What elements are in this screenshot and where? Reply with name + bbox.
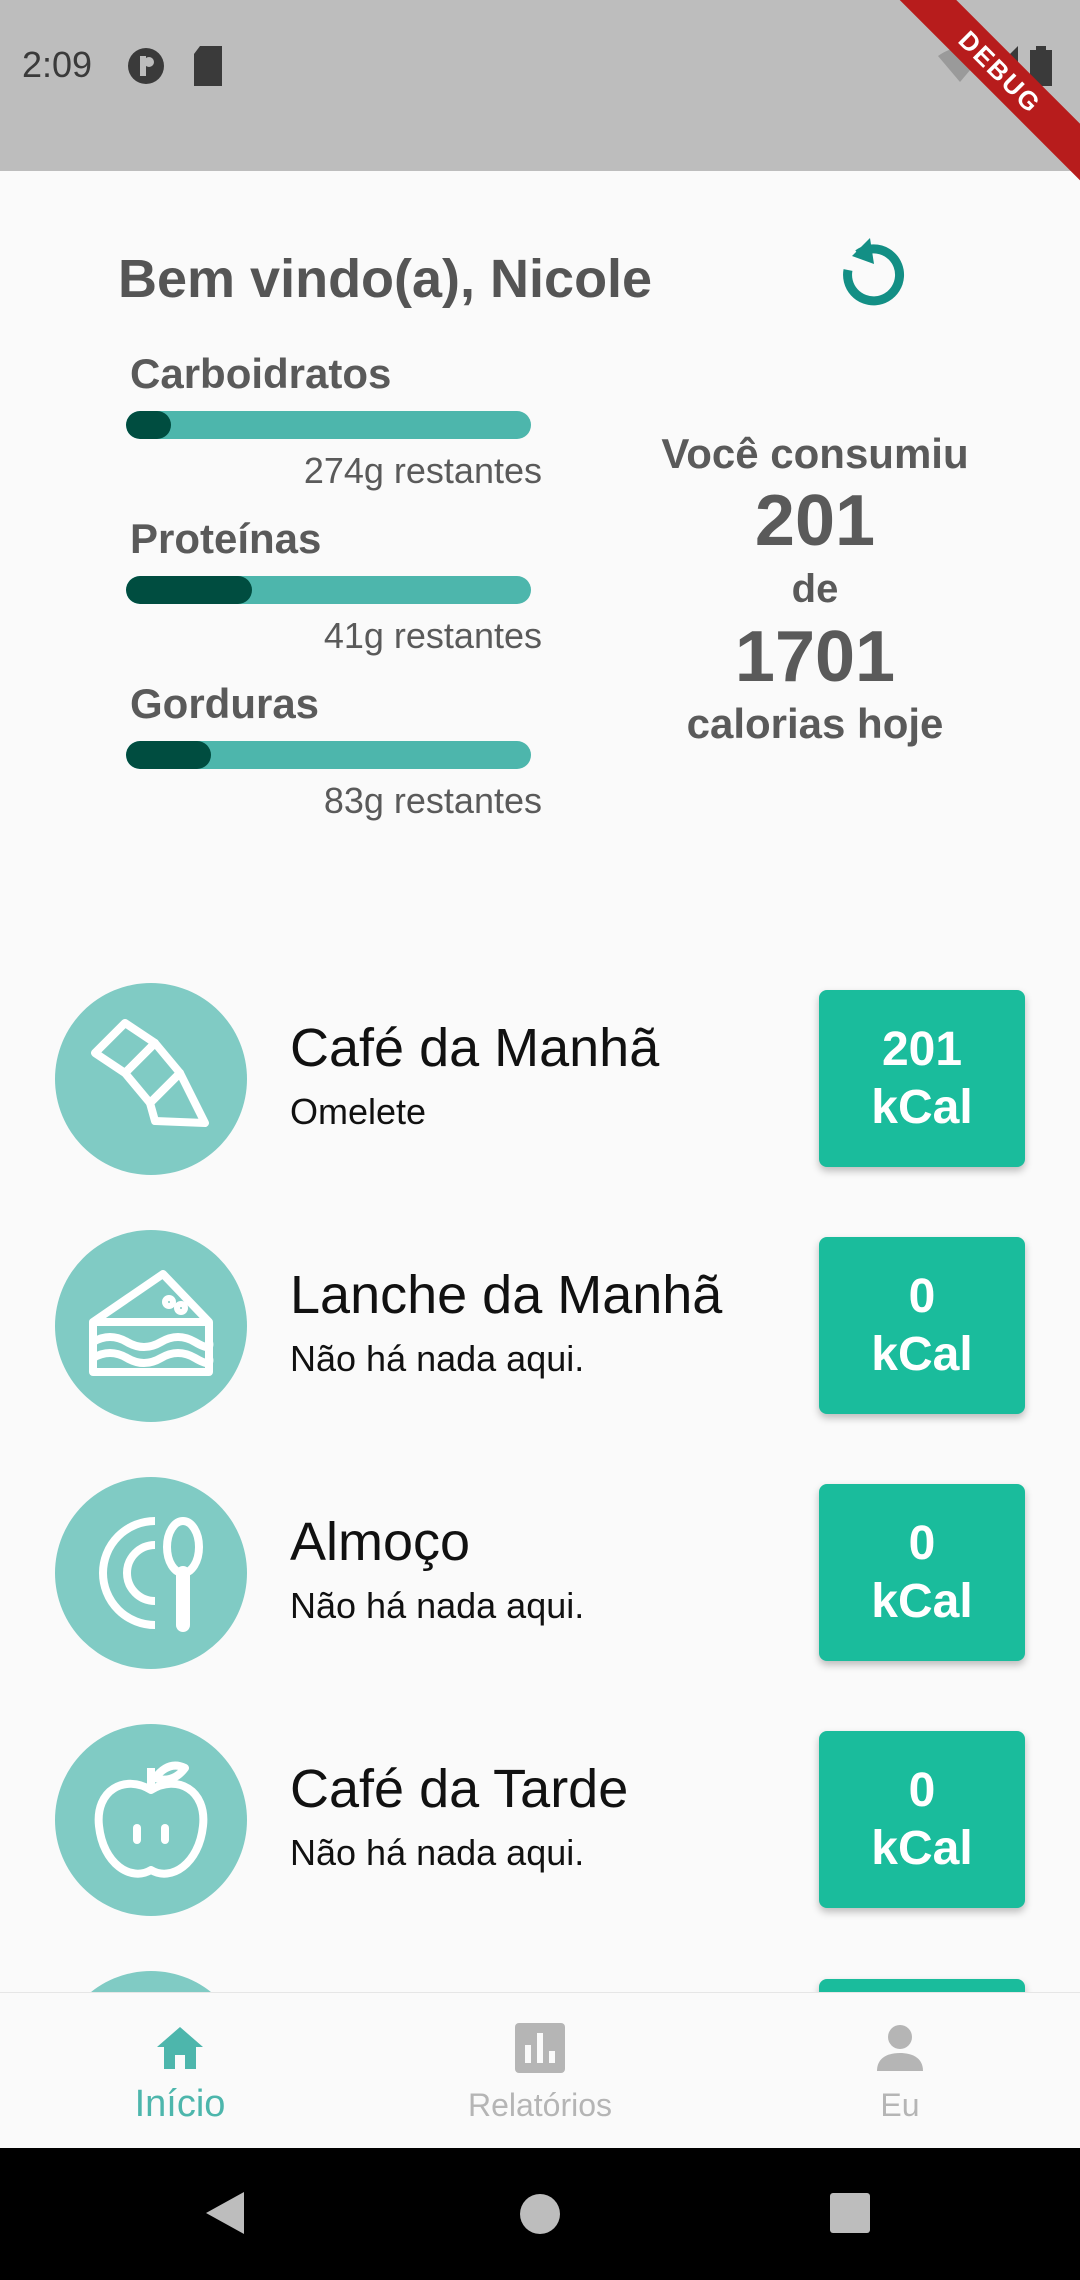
meal-subtitle: Omelete	[290, 1091, 427, 1132]
meal-row-lunch[interactable]: Almoço Não há nada aqui. 0 kCal	[0, 1477, 1080, 1677]
meal-title: Café da Tarde	[290, 1759, 629, 1819]
system-navigation-bar	[0, 2148, 1080, 2280]
welcome-title: Bem vindo(a), Nicole	[118, 249, 653, 309]
kcal-unit: kCal	[871, 1327, 973, 1381]
kcal-unit: kCal	[871, 1080, 973, 1134]
meal-icon-circle	[55, 983, 247, 1175]
recents-square-icon[interactable]	[829, 2192, 871, 2234]
kcal-button[interactable]: 0 kCal	[819, 1484, 1025, 1661]
app-notification-icon	[126, 46, 166, 91]
nav-reports-label: Relatórios	[467, 2087, 613, 2123]
progress-bar	[126, 411, 531, 439]
status-bar: 2:09 DEBUG	[0, 0, 1080, 193]
macro-remaining: 41g restantes	[323, 615, 542, 656]
home-circle-icon[interactable]	[518, 2192, 562, 2236]
meal-subtitle: Não há nada aqui.	[290, 1585, 585, 1626]
nav-profile[interactable]: Eu	[720, 1993, 1080, 2149]
sd-card-icon	[192, 46, 224, 91]
progress-fill	[126, 576, 252, 604]
calorie-outro: calorias hoje	[686, 700, 944, 747]
kcal-value: 0	[908, 1763, 936, 1817]
meal-icon-circle	[55, 1230, 247, 1422]
kcal-button[interactable]	[819, 1979, 1025, 1992]
meal-icon-circle	[55, 1724, 247, 1916]
meal-title: Lanche da Manhã	[290, 1265, 723, 1325]
apple-icon	[94, 1761, 208, 1878]
progress-bar	[126, 741, 531, 769]
person-icon	[877, 2025, 923, 2071]
calorie-intro: Você consumiu	[661, 430, 969, 477]
kcal-button[interactable]: 201 kCal	[819, 990, 1025, 1167]
meal-row-morning-snack[interactable]: Lanche da Manhã Não há nada aqui. 0 kCal	[0, 1230, 1080, 1430]
nav-home[interactable]: Início	[0, 1993, 360, 2149]
macro-label: Carboidratos	[130, 350, 392, 397]
macro-remaining: 274g restantes	[303, 450, 542, 491]
back-icon[interactable]	[204, 2190, 246, 2236]
meal-row-breakfast[interactable]: Café da Manhã Omelete 201 kCal	[0, 983, 1080, 1183]
meal-icon-circle	[55, 1477, 247, 1669]
kcal-button[interactable]: 0 kCal	[819, 1237, 1025, 1414]
macro-label: Gorduras	[130, 680, 320, 727]
meal-title: Almoço	[290, 1512, 471, 1572]
cake-slice-icon	[89, 1270, 214, 1376]
calorie-of: de	[791, 567, 839, 611]
bottom-navigation: Início Relatórios Eu	[0, 1992, 1080, 2148]
refresh-icon	[843, 238, 904, 306]
croissant-icon	[91, 1019, 209, 1127]
meal-subtitle: Não há nada aqui.	[290, 1832, 585, 1873]
home-icon	[157, 2027, 203, 2069]
meal-subtitle: Não há nada aqui.	[290, 1338, 585, 1379]
nav-profile-label: Eu	[880, 2087, 920, 2123]
refresh-button[interactable]	[830, 230, 910, 320]
plate-spoon-icon	[99, 1517, 203, 1632]
macro-label: Proteínas	[130, 515, 322, 562]
kcal-unit: kCal	[871, 1574, 973, 1628]
nav-reports[interactable]: Relatórios	[360, 1993, 720, 2149]
kcal-value: 201	[881, 1022, 963, 1076]
meal-icon-circle	[55, 1971, 247, 1992]
macro-remaining: 83g restantes	[323, 780, 542, 821]
progress-fill	[126, 411, 171, 439]
calories-consumed: 201	[754, 481, 876, 561]
kcal-value: 0	[908, 1269, 936, 1323]
nav-home-label: Início	[134, 2083, 226, 2125]
calorie-goal: 1701	[734, 617, 896, 697]
bar-chart-icon	[515, 2023, 565, 2073]
progress-bar	[126, 576, 531, 604]
debug-banner: DEBUG	[879, 0, 1080, 193]
meal-row-partial[interactable]	[0, 1971, 1080, 1992]
status-time: 2:09	[22, 44, 93, 85]
calorie-summary: Você consumiu 201 de 1701 calorias hoje	[630, 430, 1000, 748]
progress-fill	[126, 741, 212, 769]
kcal-button[interactable]: 0 kCal	[819, 1731, 1025, 1908]
meal-row-afternoon-snack[interactable]: Café da Tarde Não há nada aqui. 0 kCal	[0, 1724, 1080, 1924]
kcal-unit: kCal	[871, 1821, 973, 1875]
kcal-value: 0	[908, 1516, 936, 1570]
meal-title: Café da Manhã	[290, 1018, 660, 1078]
